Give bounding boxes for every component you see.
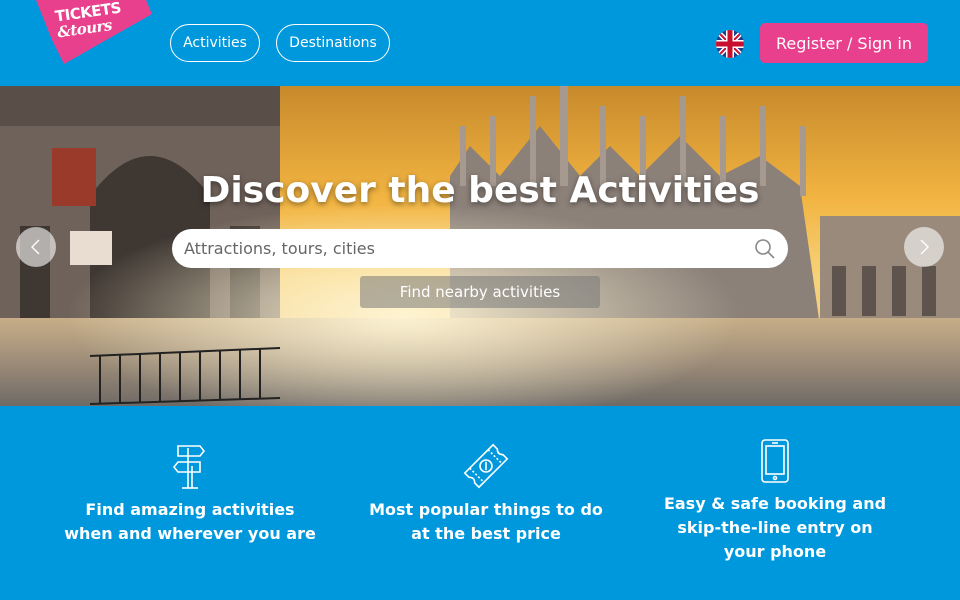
carousel-next-button[interactable] <box>904 227 944 267</box>
hero-title: Discover the best Activities <box>200 170 760 211</box>
find-nearby-button[interactable]: Find nearby activities <box>360 276 600 308</box>
nav-activities[interactable]: Activities <box>170 24 260 62</box>
feature-easy-booking: Easy & safe booking and skip-the-line en… <box>636 438 914 564</box>
feature-2-line-1: Most popular things to do <box>369 500 603 519</box>
feature-2-line-2: at the best price <box>411 524 561 543</box>
discount-ticket-icon <box>463 443 509 489</box>
feature-3-line-3: your phone <box>723 542 827 561</box>
feature-popular-things: Most popular things to do at the best pr… <box>340 442 632 546</box>
feature-1-line-1: Find amazing activities <box>85 500 295 519</box>
register-signin-button[interactable]: Register / Sign in <box>760 23 928 63</box>
hero-carousel: Discover the best Activities Find nearby… <box>0 86 960 406</box>
chevron-left-icon <box>31 239 40 255</box>
signpost-icon <box>172 445 206 489</box>
feature-3-line-2: skip-the-line entry on <box>677 518 873 537</box>
feature-find-activities: Find amazing activities when and whereve… <box>40 442 340 546</box>
search-icon[interactable] <box>754 238 776 260</box>
nav-destinations[interactable]: Destinations <box>276 24 390 62</box>
carousel-prev-button[interactable] <box>16 227 56 267</box>
feature-3-line-1: Easy & safe booking and <box>663 494 887 513</box>
chevron-right-icon <box>920 239 929 255</box>
logo[interactable]: TICKETS &tours <box>34 0 152 64</box>
header: TICKETS &tours Activities Destinations R… <box>0 0 960 86</box>
search-box[interactable] <box>172 229 788 268</box>
feature-1-line-2: when and wherever you are <box>64 524 316 543</box>
smartphone-icon <box>761 439 789 483</box>
uk-flag-icon[interactable] <box>716 30 744 58</box>
features-section: Find amazing activities when and whereve… <box>0 406 960 600</box>
search-input[interactable] <box>184 229 744 268</box>
